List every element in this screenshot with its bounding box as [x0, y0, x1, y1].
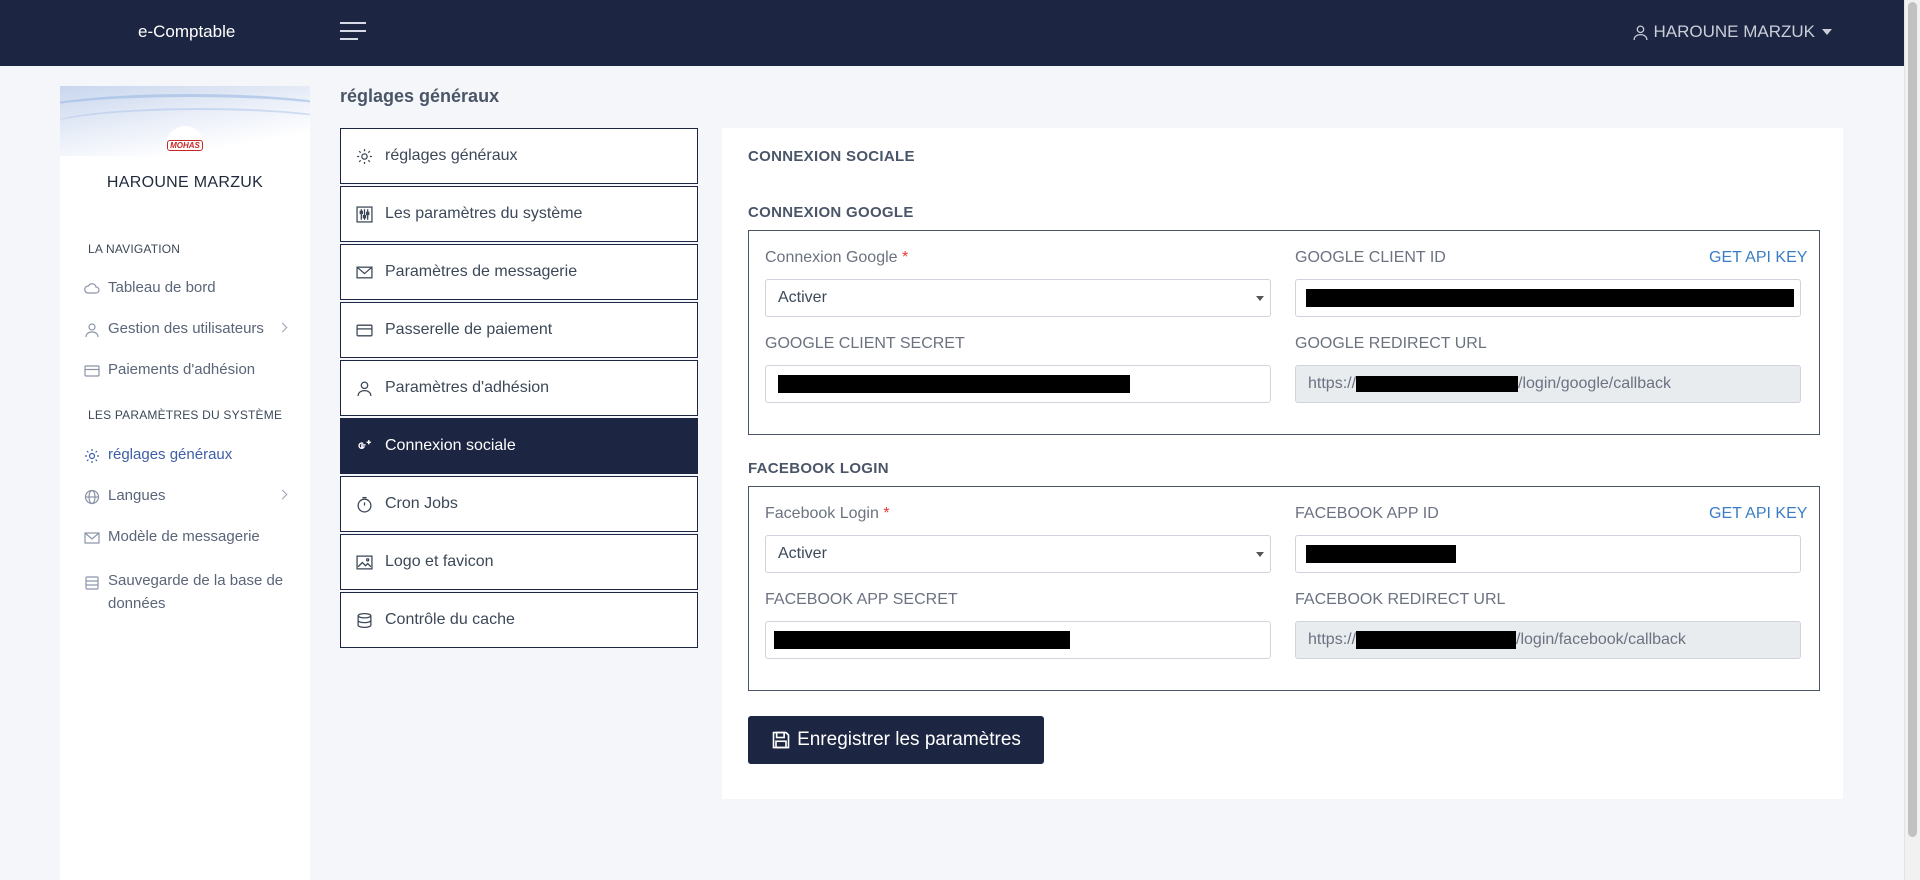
gear-icon [85, 449, 99, 463]
tab-general-settings[interactable]: réglages généraux [340, 128, 698, 184]
google-client-secret-input[interactable] [765, 365, 1271, 403]
sidebar-item-email-template[interactable]: Modèle de messagerie [60, 528, 310, 546]
google-section-title: CONNEXION GOOGLE [748, 204, 914, 221]
facebook-redirect-url-input[interactable]: https:///login/facebook/callback [1295, 621, 1801, 659]
page-title: réglages généraux [340, 86, 500, 106]
google-client-id-input[interactable] [1295, 279, 1801, 317]
sidebar-item-users[interactable]: Gestion des utilisateurs [60, 320, 310, 338]
cloud-icon [84, 283, 100, 294]
stopwatch-icon [357, 496, 372, 513]
card-title: CONNEXION SOCIALE [748, 148, 915, 165]
redacted-value [1356, 631, 1517, 649]
social-login-card: CONNEXION SOCIALE CONNEXION GOOGLE Conne… [722, 128, 1843, 799]
menu-toggle-icon[interactable] [340, 22, 366, 42]
facebook-settings-box: Facebook Login * Activer FACEBOOK APP ID… [748, 486, 1820, 691]
chevron-right-icon [277, 322, 288, 333]
google-client-id-label: GOOGLE CLIENT ID [1295, 249, 1446, 266]
select-arrow-icon [1256, 296, 1264, 301]
tab-membership-settings[interactable]: Paramètres d'adhésion [340, 360, 698, 416]
user-icon [85, 323, 99, 338]
user-icon [357, 380, 372, 396]
top-navbar: e-Comptable HAROUNE MARZUK [0, 0, 1904, 66]
settings-menu: réglages généraux Les paramètres du syst… [340, 128, 698, 650]
page-scrollbar[interactable] [1904, 0, 1920, 880]
redacted-value [1306, 289, 1794, 307]
redacted-value [778, 375, 1130, 393]
card-icon [84, 365, 100, 377]
tab-logo-favicon[interactable]: Logo et favicon [340, 534, 698, 590]
sidebar-item-general-settings[interactable]: réglages généraux [60, 446, 310, 464]
tab-system-settings[interactable]: Les paramètres du système [340, 186, 698, 242]
facebook-section-title: FACEBOOK LOGIN [748, 460, 889, 477]
floppy-disk-icon [772, 731, 790, 749]
google-login-select[interactable]: Activer [765, 279, 1271, 317]
redacted-value [774, 631, 1070, 649]
tab-social-login[interactable]: Connexion sociale [340, 418, 698, 474]
sidebar-item-database-backup[interactable]: Sauvegarde de la base de données [60, 569, 310, 615]
sidebar-item-payments[interactable]: Paiements d'adhésion [60, 361, 310, 379]
google-settings-box: Connexion Google * Activer GOOGLE CLIENT… [748, 230, 1820, 435]
google-redirect-url-label: GOOGLE REDIRECT URL [1295, 335, 1487, 352]
user-menu[interactable]: HAROUNE MARZUK [1632, 22, 1832, 42]
tab-cache-control[interactable]: Contrôle du cache [340, 592, 698, 648]
facebook-get-api-key-link[interactable]: GET API KEY [1709, 505, 1807, 523]
sliders-icon [356, 205, 373, 223]
save-settings-button[interactable]: Enregistrer les paramètres [748, 716, 1044, 764]
redacted-value [1356, 376, 1519, 392]
google-get-api-key-link[interactable]: GET API KEY [1709, 249, 1807, 267]
nav-section-title: LES PARAMÈTRES DU SYSTÈME [88, 408, 283, 422]
user-name: HAROUNE MARZUK [1653, 22, 1815, 41]
google-login-label: Connexion Google * [765, 249, 909, 266]
database-icon [357, 612, 372, 628]
database-icon [85, 576, 99, 590]
sidebar-header: MOHAS [60, 86, 310, 156]
google-client-secret-label: GOOGLE CLIENT SECRET [765, 335, 965, 352]
tab-cron-jobs[interactable]: Cron Jobs [340, 476, 698, 532]
facebook-redirect-url-label: FACEBOOK REDIRECT URL [1295, 591, 1506, 608]
facebook-app-secret-input[interactable] [765, 621, 1271, 659]
globe-icon [84, 489, 100, 505]
facebook-app-id-label: FACEBOOK APP ID [1295, 505, 1439, 522]
facebook-app-id-input[interactable] [1295, 535, 1801, 573]
sidebar: MOHAS HAROUNE MARZUK LA NAVIGATION Table… [60, 86, 310, 880]
google-redirect-url-input[interactable]: https:///login/google/callback [1295, 365, 1801, 403]
sidebar-item-languages[interactable]: Langues [60, 487, 310, 505]
image-icon [356, 554, 373, 570]
nav-section-title: LA NAVIGATION [88, 242, 181, 256]
tab-payment-gateway[interactable]: Passerelle de paiement [340, 302, 698, 358]
google-plus-icon [358, 439, 371, 449]
facebook-login-select[interactable]: Activer [765, 535, 1271, 573]
caret-down-icon [1822, 29, 1832, 35]
user-icon [1633, 24, 1648, 40]
facebook-app-secret-label: FACEBOOK APP SECRET [765, 591, 958, 608]
envelope-icon [84, 532, 100, 544]
envelope-icon [356, 266, 373, 278]
gear-icon [357, 148, 372, 164]
card-icon [356, 324, 373, 336]
brand-title[interactable]: e-Comptable [138, 22, 235, 42]
profile-name: HAROUNE MARZUK [106, 174, 264, 191]
sidebar-item-dashboard[interactable]: Tableau de bord [60, 279, 310, 297]
tab-email-settings[interactable]: Paramètres de messagerie [340, 244, 698, 300]
chevron-right-icon [277, 489, 288, 500]
facebook-login-label: Facebook Login * [765, 505, 890, 522]
company-logo: MOHAS [166, 126, 204, 156]
scrollbar-thumb[interactable] [1908, 2, 1917, 837]
redacted-value [1306, 545, 1456, 563]
select-arrow-icon [1256, 552, 1264, 557]
